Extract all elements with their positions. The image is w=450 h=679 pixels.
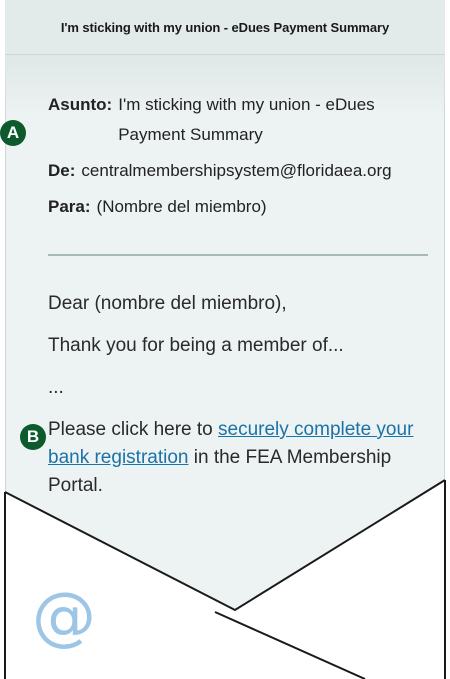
email-meta: Asunto: I'm sticking with my union - eDu… (48, 90, 438, 228)
meta-subject-row: Asunto: I'm sticking with my union - eDu… (48, 90, 438, 150)
cta-paragraph: Please click here to securely complete y… (48, 416, 438, 500)
meta-from-row: De: centralmembershipsystem@floridaea.or… (48, 156, 438, 186)
greeting: Dear (nombre del miembro), (48, 293, 287, 314)
subject-value: I'm sticking with my union - eDues Payme… (118, 95, 375, 144)
to-value: (Nombre del miembro) (96, 197, 267, 216)
subject-label: Asunto: (48, 95, 113, 114)
at-sign-icon: @ (32, 580, 96, 654)
cta-prefix: Please click here to (48, 419, 219, 440)
from-label: De: (48, 161, 76, 180)
email-body: Dear (nombre del miembro), Thank you for… (48, 290, 438, 514)
to-label: Para: (48, 197, 91, 216)
meta-to-row: Para: (Nombre del miembro) (48, 192, 438, 222)
callout-badge-a: A (0, 120, 26, 146)
body-ellipsis: ... (48, 377, 64, 398)
divider (48, 254, 428, 256)
body-line: Thank you for being a member of... (48, 335, 344, 356)
callout-badge-b: B (20, 424, 46, 450)
from-value: centralmembershipsystem@floridaea.org (81, 161, 392, 180)
email-illustration: I'm sticking with my union - eDues Payme… (0, 0, 450, 679)
subject-header-text: I'm sticking with my union - eDues Payme… (60, 19, 390, 35)
email-subject-header: I'm sticking with my union - eDues Payme… (5, 0, 445, 55)
